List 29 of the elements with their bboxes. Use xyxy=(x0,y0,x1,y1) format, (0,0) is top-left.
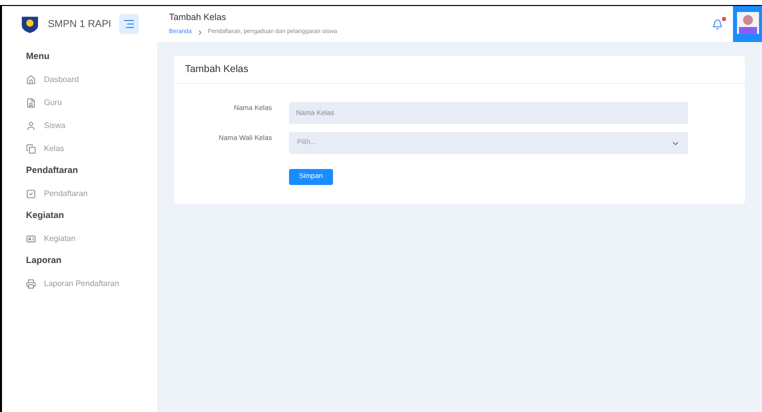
page-title: Tambah Kelas xyxy=(169,11,228,24)
section-title: Laporan xyxy=(26,254,63,268)
sidebar-item[interactable]: Guru xyxy=(26,91,133,114)
menu-icon xyxy=(123,18,136,30)
school-logo-icon xyxy=(20,14,40,34)
checkbox-icon xyxy=(26,188,36,198)
notification-button[interactable] xyxy=(712,18,723,30)
section-title: Menu xyxy=(26,50,50,64)
menu-toggle-button[interactable] xyxy=(119,14,139,34)
sidebar-item[interactable]: Pendaftaran xyxy=(26,182,133,205)
sidebar-item[interactable]: Dasboard xyxy=(26,68,133,91)
section-title: Kegiatan xyxy=(26,209,66,222)
sidebar-item[interactable]: Siswa xyxy=(26,114,133,137)
card-title: Tambah Kelas xyxy=(185,63,248,77)
sidebar-item[interactable]: Kelas xyxy=(26,137,133,160)
card-icon xyxy=(26,234,36,244)
section-title: Pendaftaran xyxy=(26,164,80,178)
document-icon xyxy=(26,98,36,108)
user-icon xyxy=(26,120,36,130)
bell-icon xyxy=(712,18,723,30)
sidebar-item[interactable]: Kegiatan xyxy=(26,227,133,250)
chevron-icon xyxy=(198,30,202,35)
brand-name: SMPN 1 RAPI xyxy=(48,18,112,32)
printer-icon xyxy=(26,278,36,288)
home-icon xyxy=(26,74,36,84)
avatar-icon xyxy=(736,12,758,34)
avatar-background[interactable] xyxy=(733,6,762,42)
sidebar-item[interactable]: Laporan Pendaftaran xyxy=(26,272,133,295)
copy-icon xyxy=(26,144,36,154)
